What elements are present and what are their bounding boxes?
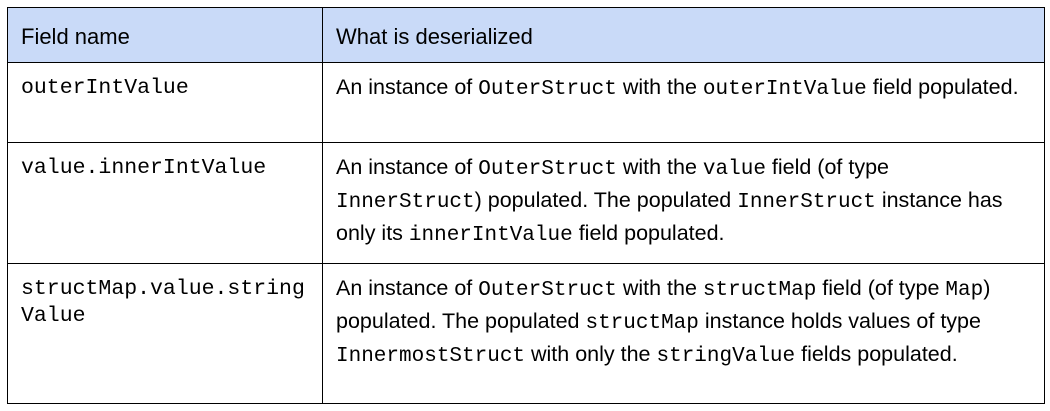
description-text: ) populated. The populated <box>474 188 738 212</box>
inline-code: OuterStruct <box>478 158 617 181</box>
header-what-deserialized: What is deserialized <box>322 7 1045 63</box>
deserialization-table: Field name What is deserialized outerInt… <box>7 7 1045 404</box>
description-cell: An instance of OuterStruct with the valu… <box>322 142 1045 264</box>
field-name-cell: outerIntValue <box>7 62 323 143</box>
inline-code: OuterStruct <box>478 78 617 101</box>
inline-code: innerIntValue <box>408 224 573 247</box>
inline-code: OuterStruct <box>478 279 617 302</box>
description-text: with only the <box>525 342 657 366</box>
description-text: field (of type <box>816 276 946 300</box>
description-text: with the <box>616 155 703 179</box>
inline-code: structMap <box>585 312 699 335</box>
description-text: An instance of <box>336 75 479 99</box>
field-name-cell: structMap.value.stringValue <box>7 263 323 404</box>
description-text: field populated. <box>866 75 1019 99</box>
inline-code: InnerStruct <box>336 191 475 214</box>
inline-code: value <box>702 158 766 181</box>
description-text: instance holds values of type <box>698 309 981 333</box>
table-row: value.innerIntValue An instance of Outer… <box>7 142 1045 264</box>
description-text: An instance of <box>336 155 479 179</box>
description-text: field populated. <box>572 221 725 245</box>
inline-code: outerIntValue <box>702 78 867 101</box>
table-row: structMap.value.stringValue An instance … <box>7 263 1045 404</box>
table-row: outerIntValue An instance of OuterStruct… <box>7 62 1045 143</box>
inline-code: InnerStruct <box>737 191 876 214</box>
description-cell: An instance of OuterStruct with the oute… <box>322 62 1045 143</box>
description-text: with the <box>616 75 703 99</box>
field-name-cell: value.innerIntValue <box>7 142 323 264</box>
table-header: Field name What is deserialized <box>7 7 1045 63</box>
header-row: Field name What is deserialized <box>7 7 1045 63</box>
inline-code: structMap <box>702 279 817 302</box>
description-text: fields populated. <box>795 342 958 366</box>
description-text: with the <box>616 276 703 300</box>
description-text: An instance of <box>336 276 479 300</box>
header-field-name: Field name <box>7 7 323 63</box>
description-cell: An instance of OuterStruct with the stru… <box>322 263 1045 404</box>
inline-code: Map <box>945 279 984 302</box>
table-body: outerIntValue An instance of OuterStruct… <box>7 62 1045 404</box>
inline-code: stringValue <box>656 345 796 368</box>
inline-code: InnermostStruct <box>336 345 526 368</box>
description-text: field (of type <box>765 155 890 179</box>
